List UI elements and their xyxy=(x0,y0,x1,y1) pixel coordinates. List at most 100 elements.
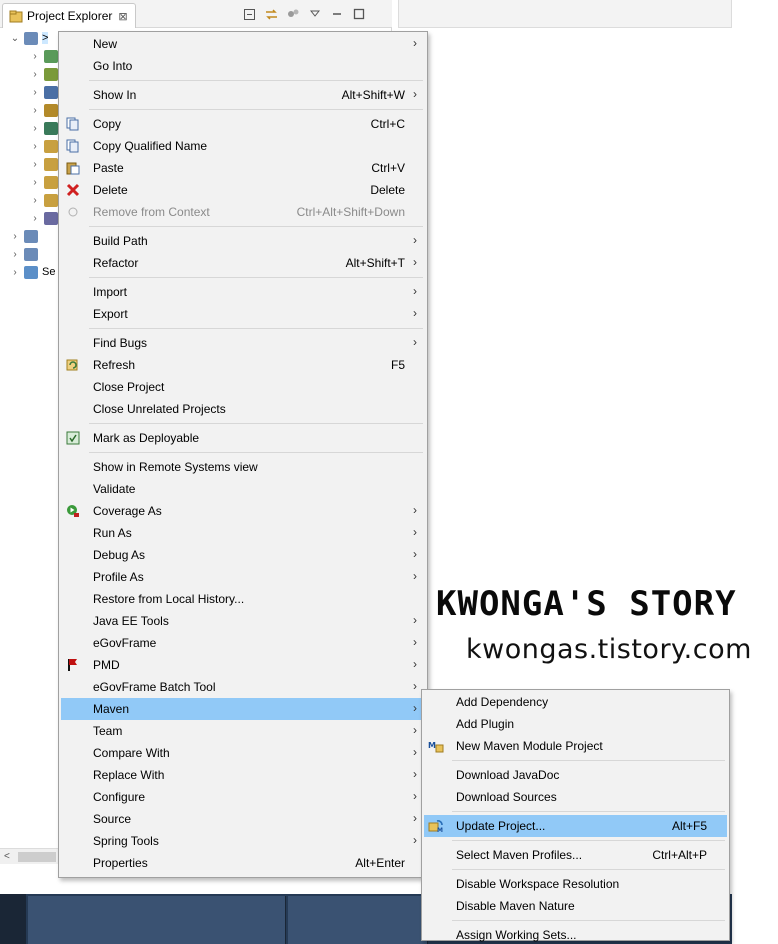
menu-item-label: Maven xyxy=(93,702,130,716)
menu-item-import[interactable]: Import › xyxy=(61,281,425,303)
menu-item-debug-as[interactable]: Debug As › xyxy=(61,544,425,566)
menu-separator xyxy=(89,328,423,329)
chevron-right-icon[interactable]: › xyxy=(28,105,42,116)
menu-item-validate[interactable]: Validate xyxy=(61,478,425,500)
menu-item-label: eGovFrame Batch Tool xyxy=(93,680,216,694)
menu-item-refactor[interactable]: Refactor Alt+Shift+T › xyxy=(61,252,425,274)
maven-module-icon: M xyxy=(428,738,444,754)
menu-item-close-project[interactable]: Close Project xyxy=(61,376,425,398)
menu-item-spring-tools[interactable]: Spring Tools › xyxy=(61,830,425,852)
menu-item-egovframe[interactable]: eGovFrame › xyxy=(61,632,425,654)
chevron-right-icon[interactable]: › xyxy=(28,87,42,98)
menu-item-source[interactable]: Source › xyxy=(61,808,425,830)
chevron-right-icon: › xyxy=(413,569,417,583)
chevron-right-icon[interactable]: › xyxy=(8,249,22,260)
menu-item-run-as[interactable]: Run As › xyxy=(61,522,425,544)
paste-icon xyxy=(65,160,81,176)
menu-item-paste[interactable]: Paste Ctrl+V xyxy=(61,157,425,179)
view-menu-icon[interactable] xyxy=(306,6,324,22)
menu-item-pmd[interactable]: PMD › xyxy=(61,654,425,676)
coverage-icon xyxy=(65,503,81,519)
watermark-url: kwongas.tistory.com xyxy=(466,634,752,665)
horizontal-scrollbar[interactable]: < xyxy=(0,848,60,864)
taskbar-start[interactable] xyxy=(0,894,26,944)
filters-icon[interactable] xyxy=(284,6,302,22)
menu-item-compare-with[interactable]: Compare With › xyxy=(61,742,425,764)
chevron-right-icon[interactable]: › xyxy=(28,51,42,62)
menu-item-label: Java EE Tools xyxy=(93,614,169,628)
menu-item-maven[interactable]: Maven › xyxy=(61,698,425,720)
menu-item-add-plugin[interactable]: Add Plugin xyxy=(424,713,727,735)
chevron-right-icon[interactable]: › xyxy=(8,267,22,278)
minimize-icon[interactable] xyxy=(328,6,346,22)
menu-item-copy-qualified-name[interactable]: Copy Qualified Name xyxy=(61,135,425,157)
maximize-icon[interactable] xyxy=(350,6,368,22)
menu-item-build-path[interactable]: Build Path › xyxy=(61,230,425,252)
menu-item-download-javadoc[interactable]: Download JavaDoc xyxy=(424,764,727,786)
chevron-right-icon[interactable]: › xyxy=(28,195,42,206)
menu-item-copy[interactable]: Copy Ctrl+C xyxy=(61,113,425,135)
menu-item-add-dependency[interactable]: Add Dependency xyxy=(424,691,727,713)
menu-item-label: Configure xyxy=(93,790,146,804)
taskbar-app-button[interactable] xyxy=(288,896,428,944)
close-icon[interactable]: ⊠ xyxy=(118,10,127,23)
menu-item-java-ee-tools[interactable]: Java EE Tools › xyxy=(61,610,425,632)
collapse-all-icon[interactable] xyxy=(240,6,258,22)
menu-separator xyxy=(89,423,423,424)
menu-item-go-into[interactable]: Go Into xyxy=(61,55,425,77)
taskbar-app-button[interactable] xyxy=(28,896,286,944)
menu-item-team[interactable]: Team › xyxy=(61,720,425,742)
menu-item-download-sources[interactable]: Download Sources xyxy=(424,786,727,808)
menu-item-restore-from-local-history[interactable]: Restore from Local History... xyxy=(61,588,425,610)
chevron-right-icon[interactable]: › xyxy=(28,177,42,188)
menu-item-close-unrelated-projects[interactable]: Close Unrelated Projects xyxy=(61,398,425,420)
link-with-editor-icon[interactable] xyxy=(262,6,280,22)
menu-item-export[interactable]: Export › xyxy=(61,303,425,325)
project-icon xyxy=(44,175,58,189)
chevron-right-icon: › xyxy=(413,306,417,320)
menu-item-disable-maven-nature[interactable]: Disable Maven Nature xyxy=(424,895,727,917)
menu-item-properties[interactable]: Properties Alt+Enter xyxy=(61,852,425,874)
menu-item-label: Mark as Deployable xyxy=(93,431,200,445)
menu-item-label: PMD xyxy=(93,658,120,672)
menu-item-update-project[interactable]: M Update Project... Alt+F5 xyxy=(424,815,727,837)
menu-item-delete[interactable]: Delete Delete xyxy=(61,179,425,201)
menu-item-select-maven-profiles[interactable]: Select Maven Profiles... Ctrl+Alt+P xyxy=(424,844,727,866)
chevron-right-icon[interactable]: › xyxy=(28,123,42,134)
menu-item-label: Compare With xyxy=(93,746,170,760)
chevron-right-icon: › xyxy=(413,233,417,247)
menu-item-mark-as-deployable[interactable]: Mark as Deployable xyxy=(61,427,425,449)
menu-item-find-bugs[interactable]: Find Bugs › xyxy=(61,332,425,354)
chevron-down-icon[interactable]: ⌄ xyxy=(8,33,22,44)
menu-item-refresh[interactable]: Refresh F5 xyxy=(61,354,425,376)
menu-item-show-in[interactable]: Show In Alt+Shift+W › xyxy=(61,84,425,106)
chevron-right-icon[interactable]: › xyxy=(28,159,42,170)
delete-icon xyxy=(65,182,81,198)
menu-item-new[interactable]: New › xyxy=(61,33,425,55)
chevron-right-icon[interactable]: › xyxy=(28,213,42,224)
shortcut-label: F5 xyxy=(390,358,405,372)
menu-item-label: Close Project xyxy=(93,380,165,394)
menu-item-assign-working-sets[interactable]: Assign Working Sets... xyxy=(424,924,727,944)
menu-item-remove-from-context[interactable]: Remove from Context Ctrl+Alt+Shift+Down xyxy=(61,201,425,223)
menu-item-configure[interactable]: Configure › xyxy=(61,786,425,808)
menu-item-profile-as[interactable]: Profile As › xyxy=(61,566,425,588)
project-explorer-tab[interactable]: Project Explorer ⊠ xyxy=(2,3,136,28)
menu-item-egovframe-batch-tool[interactable]: eGovFrame Batch Tool › xyxy=(61,676,425,698)
chevron-right-icon[interactable]: › xyxy=(8,231,22,242)
menu-item-label: Assign Working Sets... xyxy=(456,928,577,942)
scrollbar-thumb[interactable] xyxy=(18,852,56,862)
chevron-right-icon: › xyxy=(413,723,417,737)
chevron-right-icon[interactable]: › xyxy=(28,69,42,80)
menu-item-coverage-as[interactable]: Coverage As › xyxy=(61,500,425,522)
chevron-right-icon[interactable]: › xyxy=(28,141,42,152)
project-icon xyxy=(44,193,58,207)
menu-item-show-in-remote-systems-view[interactable]: Show in Remote Systems view xyxy=(61,456,425,478)
scroll-left-icon[interactable]: < xyxy=(4,851,10,862)
menu-item-new-maven-module-project[interactable]: M New Maven Module Project xyxy=(424,735,727,757)
menu-item-label: Add Plugin xyxy=(456,717,515,731)
chevron-right-icon: › xyxy=(413,284,417,298)
menu-item-disable-workspace-resolution[interactable]: Disable Workspace Resolution xyxy=(424,873,727,895)
menu-item-replace-with[interactable]: Replace With › xyxy=(61,764,425,786)
menu-item-label: Source xyxy=(93,812,132,826)
